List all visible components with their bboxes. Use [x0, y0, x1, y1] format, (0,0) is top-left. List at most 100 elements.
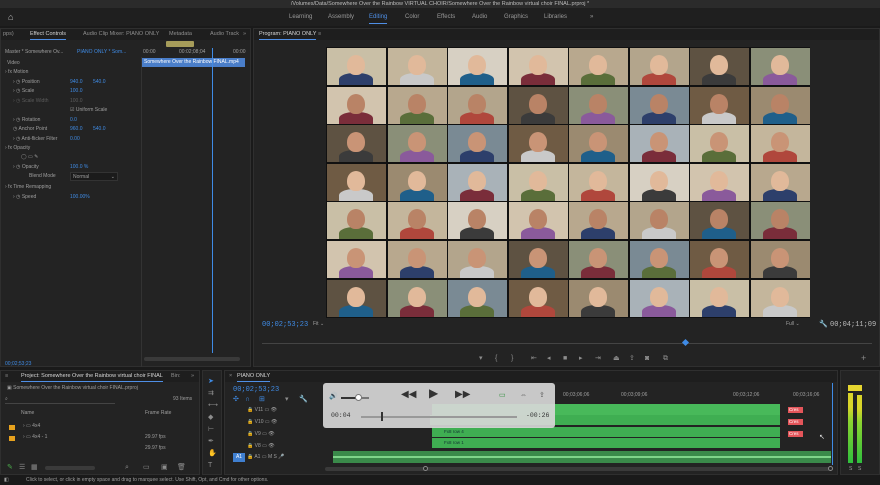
sequence-clip-label[interactable]: PIANO ONLY * Som...: [77, 48, 126, 57]
ellipse-mask-icon[interactable]: ◯: [21, 154, 27, 160]
share-icon[interactable]: ⇪: [539, 391, 545, 400]
extract-icon[interactable]: ⇪: [629, 354, 635, 363]
project-more-button[interactable]: »: [191, 371, 194, 382]
rewind-icon[interactable]: ◀◀: [401, 390, 416, 400]
bin-tab[interactable]: Bin:: [171, 371, 180, 382]
compare-icon[interactable]: ⧉: [663, 354, 668, 363]
lift-icon[interactable]: ⏏: [613, 354, 620, 363]
type-tool-icon[interactable]: T: [208, 461, 212, 470]
blend-mode-select[interactable]: Normal ⌄: [70, 172, 118, 181]
source-patch-a1[interactable]: A1: [233, 453, 245, 462]
razor-tool-icon[interactable]: ◆: [208, 413, 213, 422]
slip-tool-icon[interactable]: ⊢: [208, 425, 214, 434]
track-header-a1[interactable]: 🔒 A1 ▭ M S 🎤: [247, 453, 284, 462]
tab-sources[interactable]: pps): [3, 29, 14, 40]
thumbnail-size-slider[interactable]: [45, 466, 95, 470]
workspace-tab-color[interactable]: Color: [405, 8, 419, 26]
track-header-v8[interactable]: 🔒 V8 ▭ 👁: [247, 442, 275, 451]
timeline-clip-red[interactable]: Cres: [788, 407, 803, 413]
selection-tool-icon[interactable]: ➤: [208, 377, 214, 386]
timeline-clip-red[interactable]: Cres: [788, 431, 803, 437]
timeline-timecode[interactable]: 00;02;53;23: [233, 386, 279, 394]
opacity-value[interactable]: 100.0 %: [70, 163, 88, 172]
workspace-tab-editing[interactable]: Editing: [369, 8, 388, 26]
tab-audio-track[interactable]: Audio Track: [210, 29, 239, 40]
snap-icon[interactable]: ✣: [233, 395, 239, 404]
project-item-row[interactable]: › ▭ 4x4: [23, 422, 40, 431]
workspace-more-button[interactable]: »: [590, 8, 593, 26]
linked-selection-icon[interactable]: ∩: [245, 395, 250, 404]
timeline-clip[interactable]: Fx8 row 4: [432, 427, 780, 437]
home-icon[interactable]: ⌂: [8, 8, 13, 26]
program-time-ruler[interactable]: [262, 343, 872, 344]
step-back-icon[interactable]: ◂: [547, 354, 551, 363]
hand-tool-icon[interactable]: ✋: [208, 449, 217, 458]
workspace-tab-graphics[interactable]: Graphics: [504, 8, 528, 26]
volume-icon[interactable]: 🔊: [329, 392, 338, 401]
screen-mirror-icon[interactable]: ▭: [499, 391, 506, 400]
tab-effect-controls[interactable]: Effect Controls: [30, 29, 66, 40]
timeline-tab[interactable]: PIANO ONLY: [237, 371, 271, 382]
clip-bar[interactable]: Somewhere Over the Rainbow FINAL.mp4: [142, 58, 245, 67]
project-search-input[interactable]: ⌕: [5, 395, 115, 404]
track-header-v9[interactable]: 🔒 V9 ▭ 👁: [247, 430, 275, 439]
program-timecode[interactable]: 00;02;53;23: [262, 321, 308, 329]
step-forward-icon[interactable]: ▸: [579, 354, 583, 363]
go-to-out-icon[interactable]: ⇥: [595, 354, 601, 363]
timeline-horizontal-scrollbar[interactable]: [325, 467, 830, 471]
playhead-line[interactable]: [212, 48, 213, 353]
fx-time-remapping[interactable]: › fx Time Remapping: [5, 183, 51, 192]
col-frame-rate-header[interactable]: Frame Rate: [145, 409, 171, 418]
panel-menu-icon[interactable]: ≡: [5, 371, 8, 382]
antiflicker-value[interactable]: 0.00: [70, 135, 80, 144]
pen-tool-icon[interactable]: ✒: [208, 437, 214, 446]
player-progress-track[interactable]: [361, 416, 517, 418]
position-y-value[interactable]: 540.0: [93, 78, 106, 87]
project-item-row[interactable]: › ▭ 4x4 - 1: [23, 433, 47, 442]
stop-icon[interactable]: ■: [563, 354, 567, 363]
effect-controls-zoom-scrollbar[interactable]: [144, 357, 240, 361]
mark-out-icon[interactable]: }: [511, 354, 513, 363]
col-name-header[interactable]: Name: [21, 409, 34, 418]
workspace-tab-assembly[interactable]: Assembly: [328, 8, 354, 26]
program-playhead[interactable]: [681, 338, 690, 347]
fx-opacity[interactable]: › fx Opacity: [5, 144, 30, 153]
workspace-tab-learning[interactable]: Learning: [289, 8, 312, 26]
fit-select[interactable]: Fit ⌄: [313, 320, 324, 329]
icon-view-icon[interactable]: ▦: [31, 463, 38, 472]
fx-motion[interactable]: › fx Motion: [5, 68, 28, 77]
camera-icon[interactable]: ◙: [645, 354, 649, 363]
pip-icon[interactable]: ⇔: [520, 391, 527, 400]
track-header-v10[interactable]: 🔒 V10 ▭ 👁: [247, 418, 277, 427]
add-button-icon[interactable]: +: [861, 354, 866, 363]
speed-value[interactable]: 100.00%: [70, 193, 90, 202]
add-marker-icon[interactable]: ⊞: [259, 395, 265, 404]
scale-value[interactable]: 100.0: [70, 87, 83, 96]
ripple-edit-tool-icon[interactable]: ⟷: [208, 401, 218, 410]
program-monitor-title[interactable]: Program: PIANO ONLY: [259, 29, 317, 40]
player-progress-knob[interactable]: [381, 412, 384, 421]
timeline-playhead-line[interactable]: [832, 383, 833, 465]
scroll-handle-left[interactable]: [423, 466, 428, 471]
anchor-y-value[interactable]: 540.0: [93, 125, 106, 134]
solo-left[interactable]: S: [849, 465, 852, 474]
timeline-clip-red[interactable]: Cres: [788, 419, 803, 425]
effect-controls-timecode[interactable]: 00;02;53;23: [5, 360, 31, 369]
scroll-handle-right[interactable]: [828, 466, 833, 471]
volume-slider-knob[interactable]: [354, 394, 362, 401]
settings-wrench-icon[interactable]: 🔧: [299, 395, 308, 404]
fast-forward-icon[interactable]: ▶▶: [455, 390, 470, 400]
uniform-scale-row[interactable]: ☑ Uniform Scale: [70, 106, 107, 115]
quality-select[interactable]: Full ⌄: [786, 320, 800, 329]
work-area-marker[interactable]: [166, 41, 194, 47]
anchor-x-value[interactable]: 960.0: [70, 125, 83, 134]
go-to-in-icon[interactable]: ⇤: [531, 354, 537, 363]
workspace-tab-audio[interactable]: Audio: [472, 8, 487, 26]
pen-mask-icon[interactable]: ✎: [34, 154, 38, 160]
track-header-v11[interactable]: 🔒 V11 ▭ 👁: [247, 406, 277, 415]
master-clip-label[interactable]: Master * Somewhere Ov...: [5, 48, 63, 57]
tab-audio-clip-mixer[interactable]: Audio Clip Mixer: PIANO ONLY: [83, 29, 159, 40]
project-tab[interactable]: Project: Somewhere Over the Rainbow virt…: [21, 371, 163, 382]
new-item-icon[interactable]: ▣: [161, 463, 168, 472]
panel-more-button[interactable]: »: [243, 29, 246, 40]
